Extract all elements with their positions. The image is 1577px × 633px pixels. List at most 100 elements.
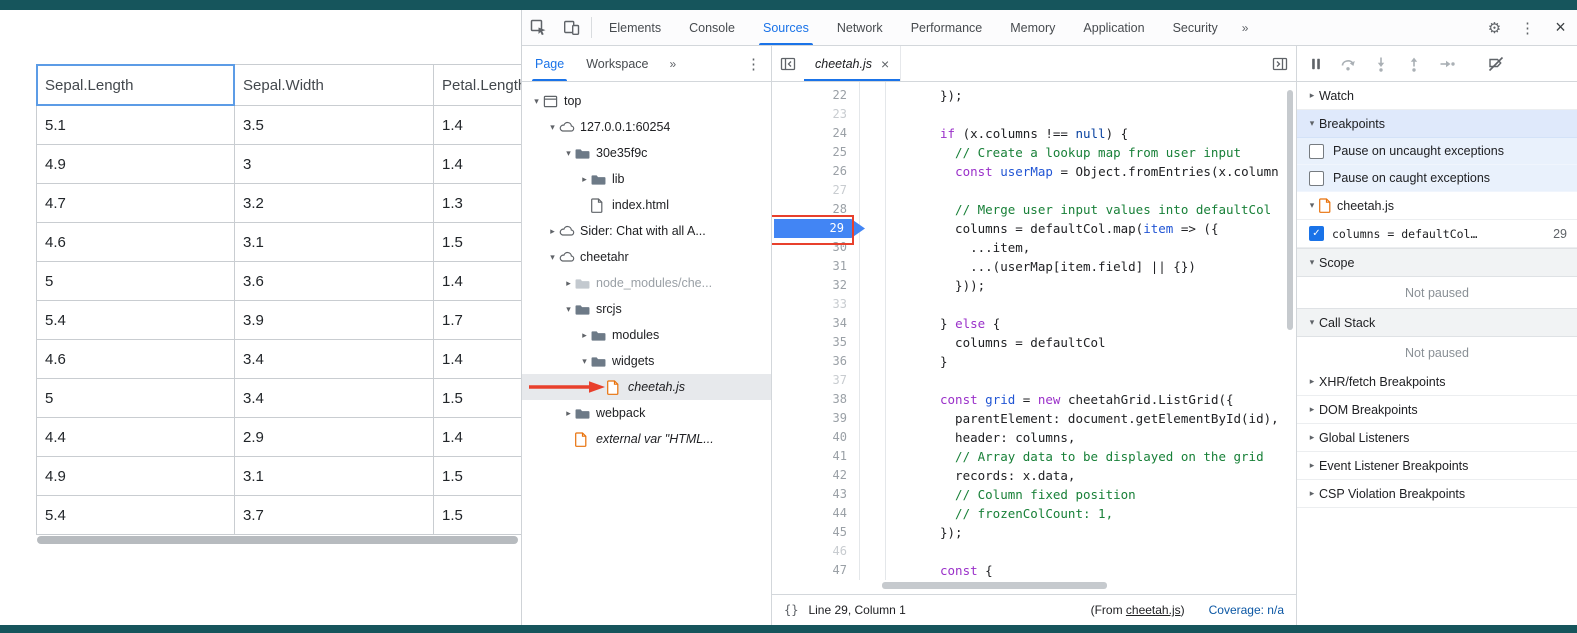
tree-item-30e35f9c[interactable]: ▾30e35f9c bbox=[522, 140, 771, 166]
line-number-gutter[interactable]: 34 bbox=[772, 314, 875, 333]
pretty-print-icon[interactable]: {} bbox=[784, 603, 798, 617]
table-cell[interactable]: 3.5 bbox=[235, 106, 434, 145]
code-line-text[interactable]: const grid = new cheetahGrid.ListGrid({ bbox=[875, 390, 1234, 409]
table-cell[interactable]: 4.4 bbox=[36, 418, 235, 457]
line-number-gutter[interactable]: 37 bbox=[772, 371, 875, 390]
table-cell[interactable]: 4.6 bbox=[36, 340, 235, 379]
table-cell[interactable]: 1.3 bbox=[434, 184, 521, 223]
table-cell[interactable]: 2.9 bbox=[235, 418, 434, 457]
table-cell[interactable]: 4.6 bbox=[36, 223, 235, 262]
table-cell[interactable]: 3.1 bbox=[235, 223, 434, 262]
devtools-tab-memory[interactable]: Memory bbox=[996, 10, 1069, 45]
code-line-text[interactable]: } bbox=[875, 352, 948, 371]
devtools-tab-security[interactable]: Security bbox=[1159, 10, 1232, 45]
table-cell[interactable]: 1.5 bbox=[434, 379, 521, 418]
line-number-gutter[interactable]: 26 bbox=[772, 162, 875, 181]
line-number-gutter[interactable]: 25 bbox=[772, 143, 875, 162]
section-event-listener-breakpoints[interactable]: ▸Event Listener Breakpoints bbox=[1297, 452, 1577, 480]
code-line-text[interactable]: ...item, bbox=[875, 238, 1030, 257]
breakpoint-enabled-checkbox[interactable]: ✓ bbox=[1309, 226, 1324, 241]
hide-navigator-icon[interactable] bbox=[772, 46, 804, 81]
table-cell[interactable]: 1.4 bbox=[434, 418, 521, 457]
devtools-menu-icon[interactable]: ⋮ bbox=[1511, 10, 1544, 45]
code-line-text[interactable]: })); bbox=[875, 276, 985, 295]
step-into-icon[interactable] bbox=[1373, 56, 1389, 72]
column-header[interactable]: Petal.Length bbox=[434, 64, 521, 106]
pause-uncaught-checkbox[interactable] bbox=[1309, 144, 1324, 159]
line-number-gutter[interactable]: 24 bbox=[772, 124, 875, 143]
table-cell[interactable]: 1.4 bbox=[434, 145, 521, 184]
table-cell[interactable]: 4.9 bbox=[36, 457, 235, 496]
table-cell[interactable]: 3.4 bbox=[235, 379, 434, 418]
table-cell[interactable]: 1.4 bbox=[434, 106, 521, 145]
table-cell[interactable]: 5 bbox=[36, 262, 235, 301]
editor-horizontal-scrollbar[interactable] bbox=[882, 582, 1107, 589]
code-line-text[interactable]: } else { bbox=[875, 314, 1000, 333]
tree-item-127-0-0-1-60254[interactable]: ▾127.0.0.1:60254 bbox=[522, 114, 771, 140]
section-global-listeners[interactable]: ▸Global Listeners bbox=[1297, 424, 1577, 452]
table-cell[interactable]: 1.4 bbox=[434, 262, 521, 301]
code-line-text[interactable]: // frozenColCount: 1, bbox=[875, 504, 1113, 523]
line-number-gutter[interactable]: 23 bbox=[772, 105, 875, 124]
code-line-text[interactable] bbox=[875, 105, 940, 124]
tree-item-cheetahr[interactable]: ▾cheetahr bbox=[522, 244, 771, 270]
line-number-gutter[interactable]: 29 bbox=[772, 219, 875, 238]
tab-workspace[interactable]: Workspace bbox=[575, 46, 659, 81]
expander-icon[interactable]: ▾ bbox=[546, 122, 559, 133]
line-number-gutter[interactable]: 45 bbox=[772, 523, 875, 542]
table-cell[interactable]: 1.7 bbox=[434, 301, 521, 340]
more-navigator-tabs-icon[interactable]: » bbox=[660, 46, 687, 81]
table-cell[interactable]: 3.1 bbox=[235, 457, 434, 496]
code-line-text[interactable]: parentElement: document.getElementById(i… bbox=[875, 409, 1279, 428]
expander-icon[interactable]: ▸ bbox=[578, 174, 591, 185]
line-number-gutter[interactable]: 41 bbox=[772, 447, 875, 466]
section-csp-violation-breakpoints[interactable]: ▸CSP Violation Breakpoints bbox=[1297, 480, 1577, 508]
tree-item-srcjs[interactable]: ▾srcjs bbox=[522, 296, 771, 322]
tree-item-webpack[interactable]: ▸webpack bbox=[522, 400, 771, 426]
line-number-gutter[interactable]: 47 bbox=[772, 561, 875, 580]
call-stack-section-header[interactable]: ▾ Call Stack bbox=[1297, 308, 1577, 337]
line-number-gutter[interactable]: 30 bbox=[772, 238, 875, 257]
expander-icon[interactable]: ▾ bbox=[562, 304, 575, 315]
table-cell[interactable]: 3.6 bbox=[235, 262, 434, 301]
tree-item-sider-chat-with-all-a[interactable]: ▸Sider: Chat with all A... bbox=[522, 218, 771, 244]
code-line-text[interactable]: header: columns, bbox=[875, 428, 1075, 447]
section-xhr-fetch-breakpoints[interactable]: ▸XHR/fetch Breakpoints bbox=[1297, 368, 1577, 396]
table-cell[interactable]: 3 bbox=[235, 145, 434, 184]
code-line-text[interactable]: // Create a lookup map from user input bbox=[875, 143, 1241, 162]
code-line-text[interactable]: if (x.columns !== null) { bbox=[875, 124, 1128, 143]
line-number-gutter[interactable]: 44 bbox=[772, 504, 875, 523]
expander-icon[interactable]: ▾ bbox=[578, 356, 591, 367]
line-number-gutter[interactable]: 35 bbox=[772, 333, 875, 352]
table-cell[interactable]: 1.4 bbox=[434, 340, 521, 379]
column-header[interactable]: Sepal.Length bbox=[36, 64, 235, 106]
table-cell[interactable]: 3.7 bbox=[235, 496, 434, 535]
close-tab-icon[interactable]: × bbox=[881, 56, 889, 72]
table-cell[interactable]: 3.9 bbox=[235, 301, 434, 340]
editor-vertical-scrollbar[interactable] bbox=[1287, 90, 1293, 330]
table-cell[interactable]: 3.4 bbox=[235, 340, 434, 379]
table-cell[interactable]: 1.5 bbox=[434, 457, 521, 496]
code-line-text[interactable]: const { bbox=[875, 561, 993, 580]
coverage-link[interactable]: Coverage: n/a bbox=[1209, 603, 1284, 617]
code-line-text[interactable]: columns = defaultCol.map(item => ({ bbox=[875, 219, 1218, 238]
line-number-gutter[interactable]: 27 bbox=[772, 181, 875, 200]
expander-icon[interactable]: ▾ bbox=[546, 252, 559, 263]
line-number-gutter[interactable]: 38 bbox=[772, 390, 875, 409]
line-number-gutter[interactable]: 33 bbox=[772, 295, 875, 314]
hide-debugger-icon[interactable] bbox=[1264, 46, 1296, 81]
tree-item-node-modules-che[interactable]: ▸node_modules/che... bbox=[522, 270, 771, 296]
deactivate-breakpoints-icon[interactable] bbox=[1488, 56, 1504, 72]
table-cell[interactable]: 3.2 bbox=[235, 184, 434, 223]
more-tabs-icon[interactable]: » bbox=[1232, 10, 1259, 45]
step-over-icon[interactable] bbox=[1340, 56, 1356, 72]
devtools-tab-network[interactable]: Network bbox=[823, 10, 897, 45]
line-number-gutter[interactable]: 32 bbox=[772, 276, 875, 295]
breakpoint-badge[interactable]: 29 bbox=[774, 219, 865, 238]
source-file-link[interactable]: cheetah.js bbox=[1126, 603, 1181, 617]
code-editor[interactable]: 22});2324if (x.columns !== null) {25 // … bbox=[772, 82, 1296, 594]
expander-icon[interactable]: ▾ bbox=[562, 148, 575, 159]
expander-icon[interactable]: ▸ bbox=[562, 278, 575, 289]
table-cell[interactable]: 5.1 bbox=[36, 106, 235, 145]
watch-section-header[interactable]: ▸ Watch bbox=[1297, 82, 1577, 110]
